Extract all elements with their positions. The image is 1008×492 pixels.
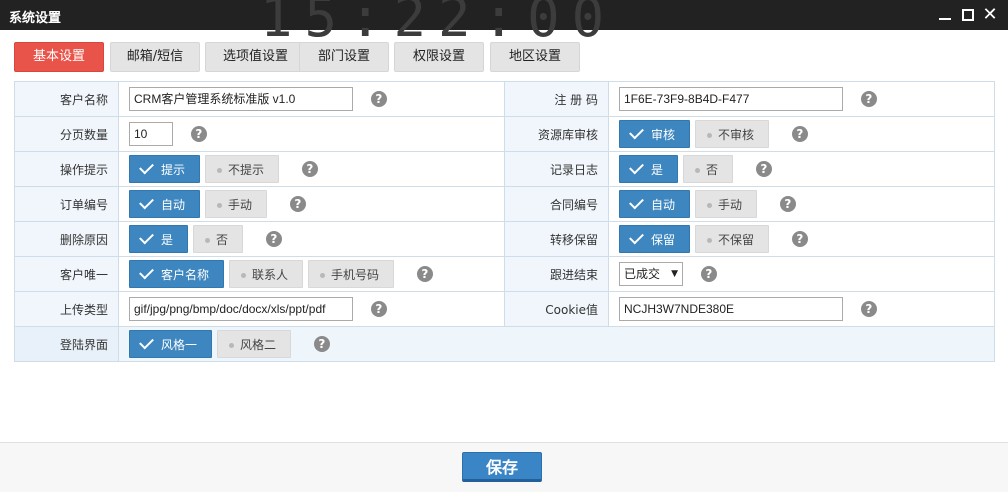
minimize-icon[interactable] [936,6,954,24]
help-icon[interactable]: ? [416,266,433,282]
radio-dot-icon [217,168,223,173]
radio-dot-icon [320,273,326,278]
transfer-keep-label: 转移保留 [504,221,609,257]
check-icon [629,159,644,175]
help-icon[interactable]: ? [301,161,318,177]
order-no-auto-button[interactable]: 自动 [129,190,201,218]
help-icon[interactable]: ? [779,196,796,212]
chevron-down-icon: ▼ [671,269,678,279]
contract-no-auto-button[interactable]: 自动 [619,190,691,218]
table-row: 客户唯一 客户名称 联系人 手机号码 ? 跟进结束 已成交 ▼ ? [14,256,995,292]
op-hint-on-button[interactable]: 提示 [129,155,201,183]
close-icon[interactable]: ✕ [981,6,999,24]
contract-no-manual-button[interactable]: 手动 [695,190,758,218]
tab-mail-sms[interactable]: 邮箱/短信 [110,42,200,72]
follow-end-select[interactable]: 已成交 ▼ [619,262,683,286]
customer-unique-label: 客户唯一 [14,256,119,292]
radio-dot-icon [241,273,247,278]
check-icon [629,229,644,245]
upload-type-input[interactable]: gif/jpg/png/bmp/doc/docx/xls/ppt/pdf [129,297,353,321]
reg-code-input[interactable]: 1F6E-73F9-8B4D-F477 [619,87,843,111]
check-icon [629,194,644,210]
cookie-input[interactable]: NCJH3W7NDE380E [619,297,843,321]
tab-basic-settings[interactable]: 基本设置 [14,42,104,72]
help-icon[interactable]: ? [860,91,877,107]
page-size-input[interactable]: 10 [129,122,173,146]
resource-review-label: 资源库审核 [504,116,609,152]
radio-dot-icon [707,133,713,138]
tab-permissions[interactable]: 权限设置 [394,42,484,72]
login-ui-label: 登陆界面 [14,326,119,362]
op-hint-label: 操作提示 [14,151,119,187]
check-icon [139,194,154,210]
help-icon[interactable]: ? [190,126,207,142]
order-no-label: 订单编号 [14,186,119,222]
maximize-icon[interactable] [959,6,977,24]
table-row: 分页数量 10 ? 资源库审核 审核 不审核 ? [14,116,995,152]
contract-no-label: 合同编号 [504,186,609,222]
log-off-button[interactable]: 否 [683,155,734,183]
page-size-label: 分页数量 [14,116,119,152]
transfer-keep-off-button[interactable]: 不保留 [695,225,770,253]
check-icon [139,334,154,350]
op-hint-off-button[interactable]: 不提示 [205,155,280,183]
table-row: 登陆界面 风格一 风格二 ? [14,326,995,362]
check-icon [139,229,154,245]
table-row: 客户名称 CRM客户管理系统标准版 v1.0 ? 注 册 码 1F6E-73F9… [14,81,995,117]
radio-dot-icon [229,343,235,348]
upload-type-label: 上传类型 [14,291,119,327]
customer-unique-phone-button[interactable]: 手机号码 [308,260,395,288]
customer-unique-contact-button[interactable]: 联系人 [229,260,304,288]
help-icon[interactable]: ? [370,91,387,107]
help-icon[interactable]: ? [791,126,808,142]
radio-dot-icon [707,238,713,243]
help-icon[interactable]: ? [860,301,877,317]
radio-dot-icon [695,168,701,173]
help-icon[interactable]: ? [370,301,387,317]
cookie-label: Cookie值 [504,291,609,327]
help-icon[interactable]: ? [289,196,306,212]
log-on-button[interactable]: 是 [619,155,679,183]
resource-review-off-button[interactable]: 不审核 [695,120,770,148]
save-button[interactable]: 保存 [462,452,542,482]
table-row: 操作提示 提示 不提示 ? 记录日志 是否 ? [14,151,995,187]
help-icon[interactable]: ? [700,266,717,282]
table-row: 删除原因 是否 ? 转移保留 保留 不保留 ? [14,221,995,257]
delete-reason-label: 删除原因 [14,221,119,257]
customer-name-input[interactable]: CRM客户管理系统标准版 v1.0 [129,87,353,111]
resource-review-on-button[interactable]: 审核 [619,120,691,148]
follow-end-label: 跟进结束 [504,256,609,292]
check-icon [139,159,154,175]
help-icon[interactable]: ? [313,336,330,352]
settings-grid: 客户名称 CRM客户管理系统标准版 v1.0 ? 注 册 码 1F6E-73F9… [14,81,995,362]
order-no-manual-button[interactable]: 手动 [205,190,268,218]
table-row: 订单编号 自动 手动 ? 合同编号 自动 手动 ? [14,186,995,222]
customer-name-label: 客户名称 [14,81,119,117]
check-icon [629,124,644,140]
radio-dot-icon [707,203,713,208]
tab-regions[interactable]: 地区设置 [490,42,580,72]
radio-dot-icon [217,203,223,208]
delete-reason-yes-button[interactable]: 是 [129,225,189,253]
check-icon [139,264,154,280]
title-bar: 系统设置 15:22:00 ✕ [0,0,1008,49]
help-icon[interactable]: ? [755,161,772,177]
radio-dot-icon [205,238,211,243]
reg-code-label: 注 册 码 [504,81,609,117]
delete-reason-no-button[interactable]: 否 [193,225,244,253]
window-title: 系统设置 [9,11,62,26]
customer-unique-name-button[interactable]: 客户名称 [129,260,225,288]
help-icon[interactable]: ? [265,231,282,247]
help-icon[interactable]: ? [791,231,808,247]
login-ui-style2-button[interactable]: 风格二 [217,330,292,358]
login-ui-style1-button[interactable]: 风格一 [129,330,213,358]
tab-departments[interactable]: 部门设置 [299,42,389,72]
transfer-keep-on-button[interactable]: 保留 [619,225,691,253]
log-label: 记录日志 [504,151,609,187]
table-row: 上传类型 gif/jpg/png/bmp/doc/docx/xls/ppt/pd… [14,291,995,327]
tab-option-values[interactable]: 选项值设置 [205,42,306,72]
